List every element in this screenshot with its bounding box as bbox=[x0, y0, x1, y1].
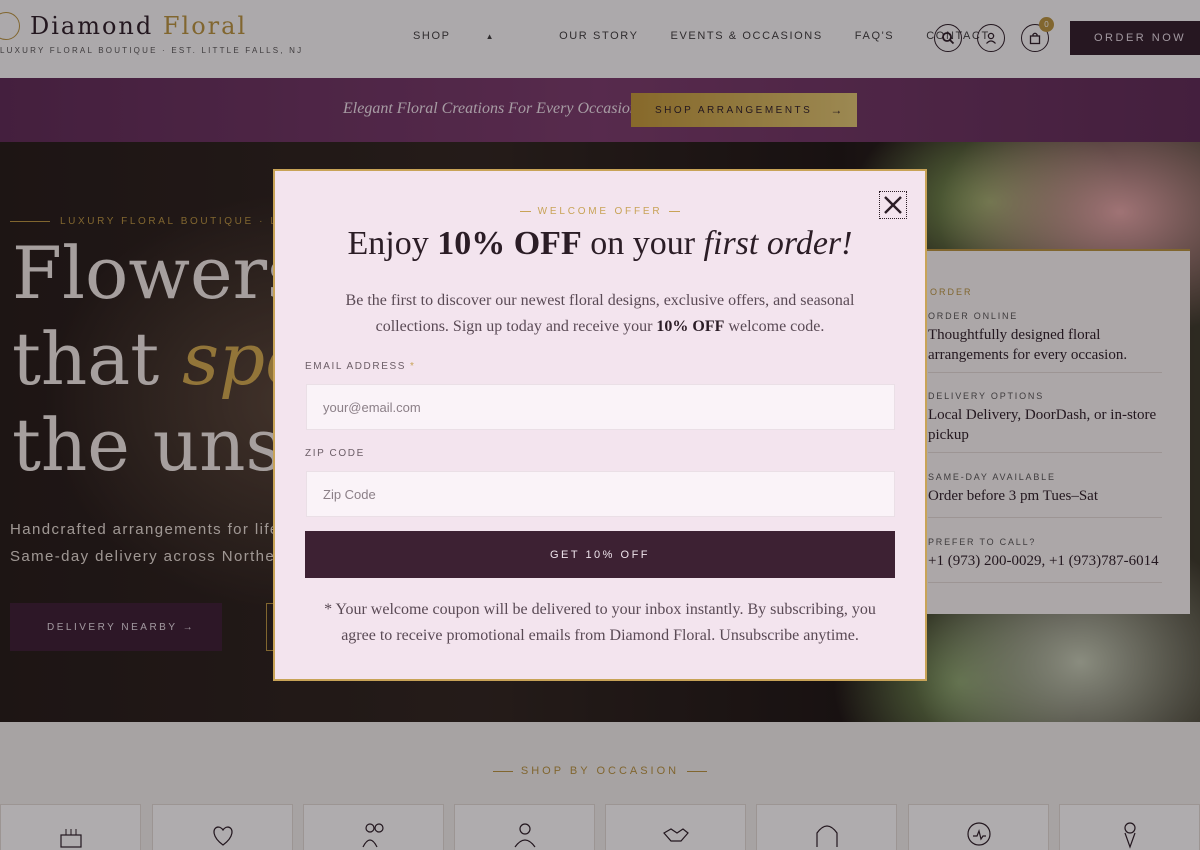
email-label: EMAIL ADDRESS * bbox=[305, 361, 416, 372]
modal-disclaimer: * Your welcome coupon will be delivered … bbox=[324, 601, 876, 644]
zip-code-field[interactable] bbox=[306, 471, 895, 517]
get-discount-button[interactable]: GET 10% OFF bbox=[305, 531, 895, 578]
modal-eyebrow: WELCOME OFFER bbox=[275, 206, 925, 217]
welcome-offer-modal: WELCOME OFFER Enjoy 10% OFF on your firs… bbox=[273, 169, 927, 681]
modal-description: Be the first to discover our newest flor… bbox=[345, 292, 855, 335]
zip-label: ZIP CODE bbox=[305, 448, 365, 459]
email-field[interactable] bbox=[306, 384, 895, 430]
modal-title: Enjoy 10% OFF on your first order! bbox=[347, 225, 853, 262]
